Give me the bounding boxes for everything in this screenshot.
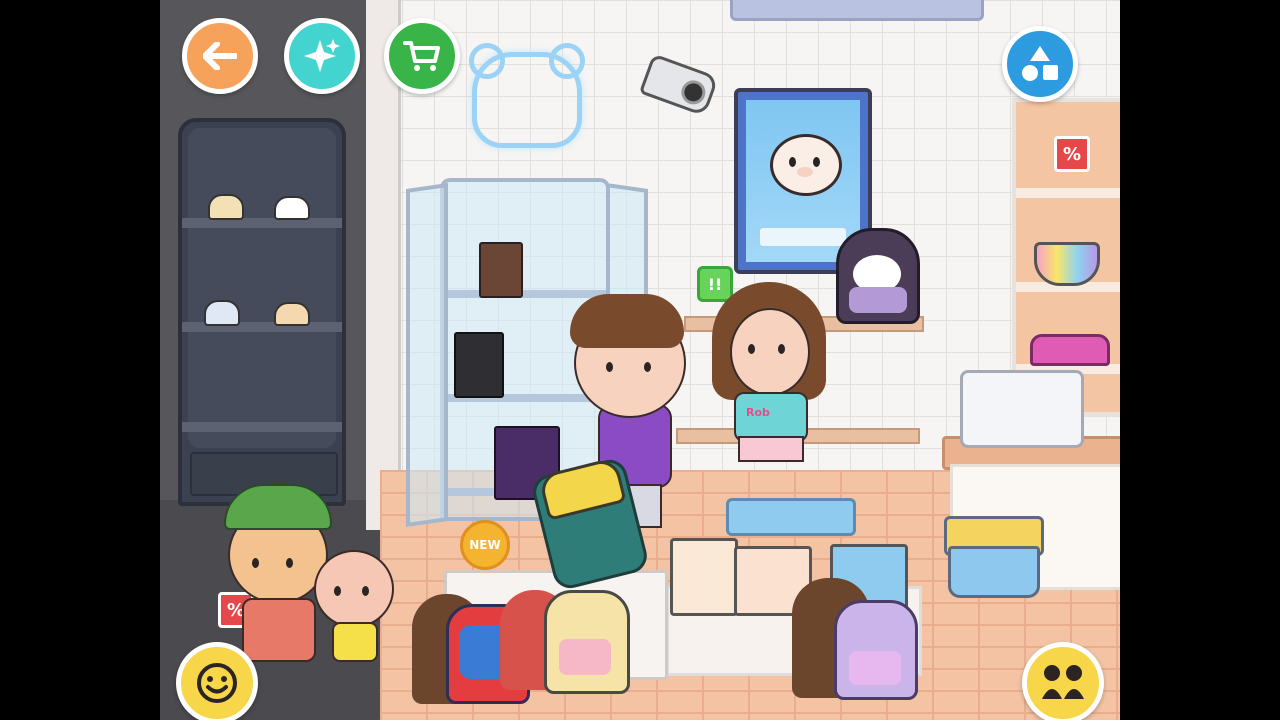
shop-button[interactable] [384,18,460,94]
sale-label: % [1062,143,1082,165]
sparkle-icon [304,39,340,72]
shelf-board [1016,188,1120,198]
people-icon [1042,665,1084,699]
new-badge-label: NEW [469,538,501,552]
cart-icon [403,41,440,71]
neon-bear-sign [469,43,585,148]
shapes-icon [1022,46,1058,81]
notebook-item[interactable] [479,242,523,298]
shopping-basket[interactable] [948,546,1040,598]
notebook-item[interactable] [454,332,504,398]
kuromi-backpack[interactable] [836,228,920,324]
bear-stand-sign [726,498,856,536]
character-girl[interactable]: Rob [708,282,828,482]
stapler-item[interactable] [1030,334,1110,366]
family-button[interactable] [1022,642,1104,720]
gift-bag[interactable] [670,538,738,616]
rainbow-backpack[interactable] [834,600,918,700]
display-shelf-left [178,118,346,506]
character-button[interactable] [176,642,258,720]
shapes-button[interactable] [1002,26,1078,102]
character-baby[interactable] [310,540,400,670]
shelf-board [182,218,342,228]
back-button[interactable] [182,18,258,94]
ceiling-light [730,0,984,21]
cap-item[interactable] [274,302,310,326]
arrow-left-icon [203,42,237,70]
cap-item[interactable] [204,300,240,326]
cap-item[interactable] [274,196,310,220]
shirt-text: Rob [746,406,770,419]
cap-item[interactable] [208,194,244,220]
game-scene: !! % NEW % Rob [160,0,1120,720]
bear-icon [770,134,842,196]
sale-sign[interactable]: % [1054,136,1090,172]
face-icon [197,663,237,703]
cash-register-monitor[interactable] [960,370,1084,448]
shelf-board [182,422,342,432]
cabinet-door[interactable] [406,183,448,527]
magic-button[interactable] [284,18,360,94]
rainbow-basket[interactable] [1034,242,1100,286]
new-badge[interactable]: NEW [460,520,510,570]
pastel-backpack[interactable] [544,590,630,694]
